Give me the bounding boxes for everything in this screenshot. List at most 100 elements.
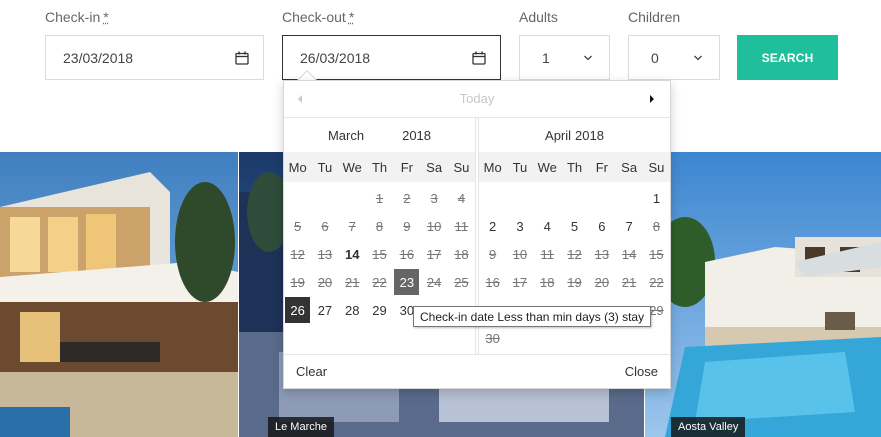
weekday-label: Mo [288, 159, 307, 175]
day-cell: 20 [594, 274, 610, 290]
clear-button[interactable]: Clear [296, 364, 327, 379]
required-mark: * [103, 9, 109, 25]
datepicker-nav: Today [284, 81, 670, 117]
close-button[interactable]: Close [625, 364, 658, 379]
day-cell[interactable]: 5 [562, 213, 587, 239]
weekday-label: Sa [426, 159, 443, 175]
property-photo-left[interactable] [0, 152, 238, 437]
weekday-label: Mo [483, 159, 502, 175]
day-cell: 17 [512, 274, 528, 290]
day-cell: 21 [621, 274, 637, 290]
day-cell: 8 [652, 218, 661, 234]
day-cell[interactable]: 1 [644, 185, 669, 211]
children-select[interactable]: 0 [628, 35, 720, 80]
month-year: 2018 [402, 127, 432, 143]
day-cell[interactable]: 7 [616, 213, 641, 239]
month-year: 2018 [575, 127, 604, 143]
weekday-label: We [537, 159, 557, 175]
day-cell: 9 [403, 218, 411, 234]
adults-label: Adults [519, 9, 558, 25]
day-cell: 13 [317, 246, 333, 262]
day-cell: 11 [540, 246, 554, 262]
weekday-label: We [342, 159, 362, 175]
checkin-field[interactable]: 23/03/2018 [45, 35, 264, 80]
day-cell[interactable]: 26 [285, 297, 311, 323]
children-value: 0 [651, 49, 659, 66]
day-cell[interactable]: 4 [535, 213, 560, 239]
month-title: March 2018 [284, 118, 475, 152]
chevron-down-icon [584, 55, 592, 60]
datepicker-footer: Clear Close [284, 355, 670, 388]
day-cell[interactable]: 14 [340, 241, 365, 267]
day-cell: 20 [317, 274, 333, 290]
day-cell: 11 [454, 218, 469, 234]
adults-select[interactable]: 1 [519, 35, 610, 80]
weekday-label: Tu [317, 159, 333, 175]
day-cell: 24 [426, 274, 442, 290]
villa-image [645, 152, 881, 437]
day-cell: 15 [649, 246, 664, 262]
weekday-label: Su [648, 159, 665, 175]
day-cell: 2 [403, 190, 411, 206]
day-cell: 18 [540, 274, 555, 290]
children-label: Children [628, 9, 681, 25]
day-cell: 6 [321, 218, 329, 234]
day-cell: 16 [399, 246, 415, 262]
checkout-label: Check-out * [282, 9, 355, 25]
day-cell: 19 [290, 274, 305, 290]
day-cell[interactable]: 28 [340, 297, 365, 323]
checkout-field[interactable]: 26/03/2018 [282, 35, 501, 80]
required-mark: * [348, 9, 355, 25]
chevron-down-icon [694, 55, 702, 60]
day-cell: 7 [348, 218, 356, 234]
day-cell[interactable]: 3 [507, 213, 532, 239]
villa-image [0, 152, 238, 437]
search-button[interactable]: SEARCH [737, 35, 838, 80]
month-title: April 2018 [479, 118, 670, 152]
weekday-label: Th [371, 159, 388, 175]
day-cell[interactable]: 27 [312, 297, 337, 323]
weekday-header: Mo Tu We Th Fr Sa Su [284, 152, 475, 182]
day-cell[interactable]: 29 [367, 297, 392, 323]
day-cell[interactable]: 6 [589, 213, 614, 239]
adults-value: 1 [542, 49, 550, 66]
weekday-label: Fr [400, 159, 413, 175]
today-button[interactable]: Today [284, 91, 670, 106]
weekday-label: Tu [512, 159, 528, 175]
day-cell: 18 [454, 246, 469, 262]
property-photo-right[interactable]: Aosta Valley [645, 152, 881, 437]
datepicker: Today March 2018 Mo Tu We Th Fr Sa Su 12… [283, 80, 671, 389]
day-cell: 16 [485, 274, 500, 290]
day-cell: 3 [430, 190, 438, 206]
day-cell[interactable]: 23 [394, 269, 420, 295]
day-cell: 14 [621, 246, 637, 262]
day-cell: 15 [372, 246, 387, 262]
day-cell: 12 [567, 246, 582, 262]
day-cell: 1 [375, 190, 384, 206]
weekday-label: Fr [595, 159, 608, 175]
day-cell: 4 [457, 190, 466, 206]
day-cell[interactable]: 2 [480, 213, 505, 239]
day-cell: 30 [485, 330, 500, 346]
weekday-label: Th [566, 159, 583, 175]
month-name: April [545, 127, 572, 143]
day-cell: 19 [567, 274, 582, 290]
day-cell: 8 [375, 218, 384, 234]
tooltip: Check-in date Less than min days (3) sta… [413, 306, 652, 327]
location-tag: Le Marche [268, 417, 334, 437]
day-cell: 9 [489, 246, 497, 262]
day-cell: 13 [594, 246, 610, 262]
day-cell: 10 [512, 246, 528, 262]
weekday-label: Sa [621, 159, 638, 175]
day-cell: 12 [290, 246, 305, 262]
calendar-icon[interactable] [472, 51, 486, 65]
day-cell: 17 [426, 246, 442, 262]
calendar-icon[interactable] [235, 51, 249, 65]
day-grid: 1234567891011121314151617181920212223242… [284, 184, 475, 324]
chevron-right-icon[interactable] [648, 93, 656, 105]
day-cell: 5 [294, 218, 302, 234]
checkin-value: 23/03/2018 [63, 49, 134, 66]
location-tag: Aosta Valley [671, 417, 746, 437]
weekday-header: Mo Tu We Th Fr Sa Su [479, 152, 670, 182]
day-cell: 22 [649, 274, 664, 290]
